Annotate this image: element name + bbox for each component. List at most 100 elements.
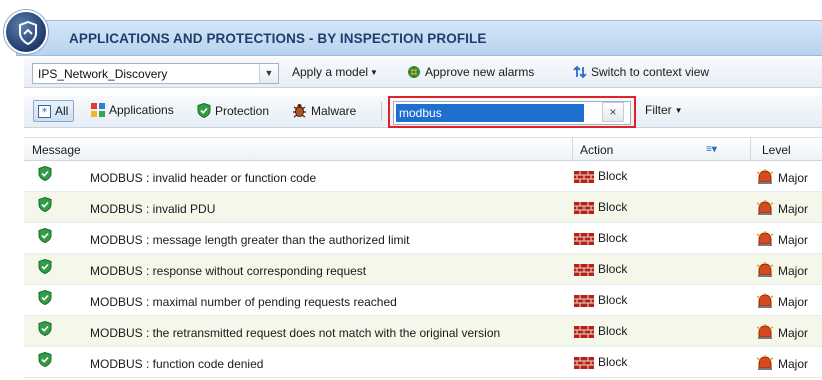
alarm-siren-icon bbox=[756, 324, 774, 343]
row-level-label: Major bbox=[778, 233, 809, 247]
row-message: MODBUS : response without corresponding … bbox=[90, 264, 367, 278]
row-level[interactable]: Major bbox=[756, 293, 808, 312]
table-row[interactable]: MODBUS : invalid PDU Block Major bbox=[24, 192, 822, 223]
profile-select-value: IPS_Network_Discovery bbox=[38, 67, 168, 81]
row-level[interactable]: Major bbox=[756, 231, 808, 250]
svg-text:*: * bbox=[42, 106, 48, 119]
block-wall-icon bbox=[574, 171, 594, 186]
context-view-button[interactable]: Switch to context view bbox=[573, 65, 709, 79]
alarm-siren-icon bbox=[756, 293, 774, 312]
block-wall-icon bbox=[574, 202, 594, 217]
row-level-label: Major bbox=[778, 264, 809, 278]
toolbar-divider bbox=[381, 102, 382, 121]
row-level-label: Major bbox=[778, 295, 809, 309]
table-row[interactable]: MODBUS : response without corresponding … bbox=[24, 254, 822, 285]
protection-toggle[interactable]: Protection bbox=[197, 103, 269, 118]
page-title: APPLICATIONS AND PROTECTIONS - BY INSPEC… bbox=[69, 31, 487, 46]
shield-logo-icon bbox=[4, 10, 48, 54]
grid-body: MODBUS : invalid header or function code… bbox=[24, 161, 822, 378]
sort-filter-icon[interactable]: ≡▾ bbox=[706, 144, 717, 155]
table-row[interactable]: MODBUS : function code denied Block Major bbox=[24, 347, 822, 378]
column-header-action[interactable]: Action bbox=[580, 143, 613, 157]
filter-button[interactable]: Filter ▼ bbox=[645, 103, 683, 117]
profile-toolbar: IPS_Network_Discovery ▼ Apply a model ▼ A… bbox=[24, 58, 822, 88]
caret-down-icon: ▼ bbox=[674, 106, 683, 115]
close-icon: × bbox=[609, 105, 617, 119]
protection-shield-icon bbox=[38, 227, 52, 246]
malware-label: Malware bbox=[311, 104, 357, 118]
row-message: MODBUS : message length greater than the… bbox=[90, 233, 410, 247]
row-action[interactable]: Block bbox=[574, 169, 627, 186]
apply-model-label: Apply a model bbox=[292, 65, 369, 79]
table-row[interactable]: MODBUS : invalid header or function code… bbox=[24, 161, 822, 192]
protection-shield-icon bbox=[38, 165, 52, 184]
protection-shield-icon bbox=[38, 320, 52, 339]
row-action-label: Block bbox=[598, 262, 628, 276]
row-level-label: Major bbox=[778, 326, 809, 340]
row-action-label: Block bbox=[598, 293, 628, 307]
switch-arrows-icon bbox=[573, 65, 587, 79]
applications-icon bbox=[91, 103, 105, 117]
protection-shield-icon bbox=[38, 289, 52, 308]
column-divider bbox=[572, 138, 573, 161]
row-action[interactable]: Block bbox=[574, 324, 627, 341]
row-message: MODBUS : invalid PDU bbox=[90, 202, 216, 216]
block-wall-icon bbox=[574, 264, 594, 279]
row-message: MODBUS : maximal number of pending reque… bbox=[90, 295, 397, 309]
alarm-siren-icon bbox=[756, 200, 774, 219]
approve-alarm-icon bbox=[408, 66, 420, 78]
row-message: MODBUS : function code denied bbox=[90, 357, 264, 371]
block-wall-icon bbox=[574, 326, 594, 341]
malware-bug-icon bbox=[293, 104, 306, 118]
applications-toggle[interactable]: Applications bbox=[91, 103, 174, 117]
all-toggle[interactable]: * All bbox=[33, 100, 75, 122]
row-action[interactable]: Block bbox=[574, 293, 627, 310]
row-message: MODBUS : the retransmitted request does … bbox=[90, 326, 501, 340]
malware-toggle[interactable]: Malware bbox=[292, 103, 356, 118]
context-view-label: Switch to context view bbox=[591, 65, 710, 79]
approve-alarms-button[interactable]: Approve new alarms bbox=[407, 65, 534, 79]
table-row[interactable]: MODBUS : the retransmitted request does … bbox=[24, 316, 822, 347]
row-level[interactable]: Major bbox=[756, 262, 808, 281]
row-level[interactable]: Major bbox=[756, 169, 808, 188]
alarm-siren-icon bbox=[756, 169, 774, 188]
protection-shield-icon bbox=[38, 196, 52, 215]
applications-label: Applications bbox=[109, 103, 174, 117]
table-row[interactable]: MODBUS : maximal number of pending reque… bbox=[24, 285, 822, 316]
approve-alarms-label: Approve new alarms bbox=[425, 65, 535, 79]
row-action[interactable]: Block bbox=[574, 231, 627, 248]
clear-search-button[interactable]: × bbox=[602, 102, 624, 122]
row-action-label: Block bbox=[598, 355, 628, 369]
block-wall-icon bbox=[574, 233, 594, 248]
protection-label: Protection bbox=[215, 104, 270, 118]
apply-model-button[interactable]: Apply a model ▼ bbox=[292, 65, 378, 79]
row-level[interactable]: Major bbox=[756, 200, 808, 219]
grid-header: Message Action ≡▾ Level bbox=[24, 137, 822, 161]
row-action-label: Block bbox=[598, 231, 628, 245]
alarm-siren-icon bbox=[756, 231, 774, 250]
table-row[interactable]: MODBUS : message length greater than the… bbox=[24, 223, 822, 254]
block-wall-icon bbox=[574, 357, 594, 372]
row-action-label: Block bbox=[598, 324, 628, 338]
column-header-level[interactable]: Level bbox=[762, 143, 791, 157]
all-icon: * bbox=[38, 105, 51, 118]
row-level[interactable]: Major bbox=[756, 324, 808, 343]
search-highlight-box: × bbox=[388, 96, 636, 128]
column-header-message[interactable]: Message bbox=[32, 143, 81, 157]
row-level-label: Major bbox=[778, 171, 809, 185]
title-bar: APPLICATIONS AND PROTECTIONS - BY INSPEC… bbox=[16, 20, 822, 56]
alarm-siren-icon bbox=[756, 355, 774, 374]
row-action[interactable]: Block bbox=[574, 262, 627, 279]
chevron-down-icon[interactable]: ▼ bbox=[259, 64, 278, 83]
row-level-label: Major bbox=[778, 202, 809, 216]
filter-label: Filter bbox=[645, 103, 672, 117]
caret-down-icon: ▼ bbox=[370, 68, 378, 77]
protection-shield-icon bbox=[38, 258, 52, 277]
profile-select[interactable]: IPS_Network_Discovery ▼ bbox=[32, 63, 279, 84]
search-input[interactable] bbox=[396, 104, 584, 122]
row-action-label: Block bbox=[598, 200, 628, 214]
row-action[interactable]: Block bbox=[574, 200, 627, 217]
all-label: All bbox=[55, 104, 69, 118]
row-level[interactable]: Major bbox=[756, 355, 808, 374]
row-action[interactable]: Block bbox=[574, 355, 627, 372]
